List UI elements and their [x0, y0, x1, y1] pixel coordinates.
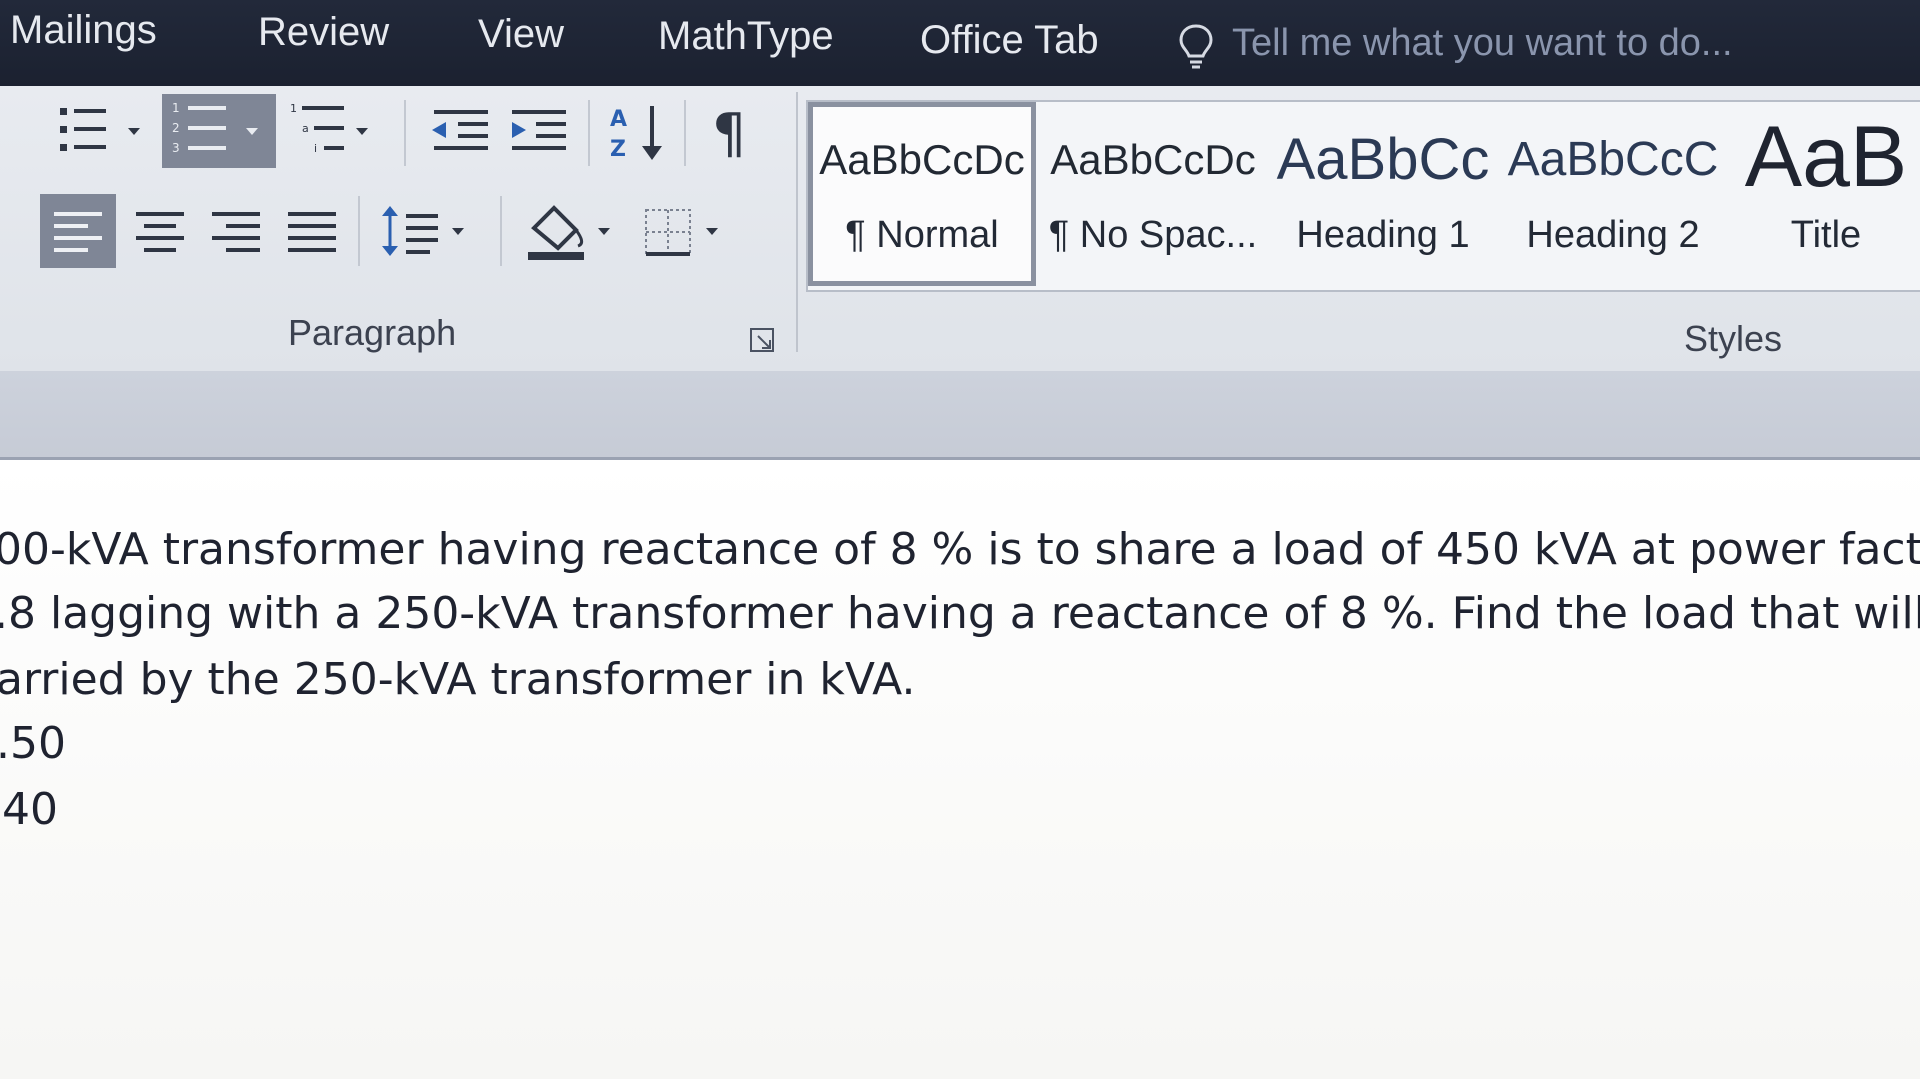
document-text-line: arried by the 250-kVA transformer in kVA…	[0, 654, 916, 705]
decrease-indent-button[interactable]	[424, 98, 498, 164]
style-no-spacing[interactable]: AaBbCcDc ¶ No Spac...	[1040, 102, 1266, 286]
separator	[358, 196, 360, 266]
bullets-icon	[60, 108, 140, 151]
style-normal[interactable]: AaBbCcDc ¶ Normal	[808, 102, 1036, 286]
ribbon-tab-bar: Mailings Review View MathType Office Tab…	[0, 0, 1920, 86]
align-right-icon	[212, 212, 260, 252]
style-name: ¶ No Spac...	[1048, 214, 1258, 256]
document-answer-option: .50	[0, 718, 66, 769]
shading-button[interactable]	[514, 194, 624, 268]
style-heading-1[interactable]: AaBbCc Heading 1	[1270, 102, 1496, 286]
justify-icon	[288, 212, 336, 252]
tab-review[interactable]: Review	[258, 10, 389, 55]
separator	[500, 196, 502, 266]
paragraph-dialog-launcher-icon[interactable]	[748, 326, 776, 354]
style-preview: AaBbCcDc	[1050, 136, 1256, 183]
separator	[588, 100, 590, 166]
tab-office-tab[interactable]: Office Tab	[920, 18, 1099, 63]
svg-text:2: 2	[172, 121, 180, 135]
svg-text:¶: ¶	[712, 102, 746, 165]
document-text-line: .8 lagging with a 250-kVA transformer ha…	[0, 588, 1920, 639]
svg-text:Z: Z	[610, 137, 626, 162]
bullets-button[interactable]	[52, 98, 152, 164]
tell-me-search[interactable]: Tell me what you want to do...	[1232, 22, 1733, 65]
numbering-button[interactable]: 1 2 3	[162, 94, 276, 168]
increase-indent-button[interactable]	[502, 98, 576, 164]
justify-button[interactable]	[278, 194, 346, 268]
separator	[404, 100, 406, 166]
svg-text:3: 3	[172, 141, 180, 155]
group-label-paragraph: Paragraph	[288, 312, 457, 353]
sort-icon: AZ	[610, 106, 662, 162]
increase-indent-icon	[512, 110, 566, 150]
line-spacing-button[interactable]	[372, 194, 482, 268]
separator	[684, 100, 686, 166]
style-title[interactable]: AaB Title	[1730, 102, 1920, 286]
svg-text:1: 1	[290, 102, 297, 115]
tab-view[interactable]: View	[478, 12, 564, 57]
style-name: ¶ Normal	[845, 214, 999, 256]
group-label-styles: Styles	[1684, 318, 1783, 359]
document-area[interactable]: 00-kVA transformer having reactance of 8…	[0, 460, 1920, 1079]
multilevel-list-icon: 1ai	[290, 102, 368, 155]
sort-button[interactable]: AZ	[602, 96, 670, 166]
document-answer-option: 40	[2, 784, 58, 835]
align-right-button[interactable]	[202, 194, 270, 268]
align-left-icon	[54, 212, 102, 252]
svg-text:a: a	[302, 122, 309, 135]
svg-text:A: A	[610, 107, 627, 132]
align-left-button[interactable]	[40, 194, 116, 268]
word-window: Mailings Review View MathType Office Tab…	[0, 0, 1920, 1079]
style-name: Heading 2	[1526, 214, 1700, 256]
document-text-line: 00-kVA transformer having reactance of 8…	[0, 524, 1920, 575]
style-name: Title	[1790, 214, 1862, 256]
borders-button[interactable]	[636, 194, 736, 268]
ribbon-bottom-strip	[0, 371, 1920, 460]
borders-icon	[645, 209, 718, 256]
svg-text:1: 1	[172, 101, 180, 115]
numbering-icon: 1 2 3	[172, 101, 258, 155]
tab-mathtype[interactable]: MathType	[658, 14, 834, 59]
svg-text:i: i	[314, 142, 317, 155]
line-spacing-icon	[382, 206, 464, 256]
style-preview: AaBbCcDc	[819, 136, 1025, 183]
style-heading-2[interactable]: AaBbCcC Heading 2	[1500, 102, 1726, 286]
align-center-icon	[136, 212, 184, 252]
pilcrow-icon: ¶	[712, 102, 746, 165]
style-name: Heading 1	[1296, 214, 1470, 256]
align-center-button[interactable]	[126, 194, 194, 268]
lightbulb-icon	[1179, 24, 1213, 69]
style-preview: AaB	[1744, 109, 1908, 205]
show-formatting-button[interactable]: ¶	[700, 96, 766, 166]
group-separator	[796, 92, 798, 352]
ribbon-home-panel: 123 1ai A Z ¶ Paragraph AaBbCcDc ¶ Norma…	[0, 86, 1920, 371]
multilevel-list-button[interactable]: 1ai	[284, 96, 384, 166]
tab-mailings[interactable]: Mailings	[10, 8, 157, 53]
decrease-indent-icon	[432, 110, 488, 150]
styles-gallery: AaBbCcDc ¶ Normal AaBbCcDc ¶ No Spac... …	[806, 100, 1920, 292]
style-preview: AaBbCcC	[1507, 133, 1719, 186]
shading-icon	[528, 205, 610, 260]
style-preview: AaBbCc	[1276, 127, 1490, 192]
